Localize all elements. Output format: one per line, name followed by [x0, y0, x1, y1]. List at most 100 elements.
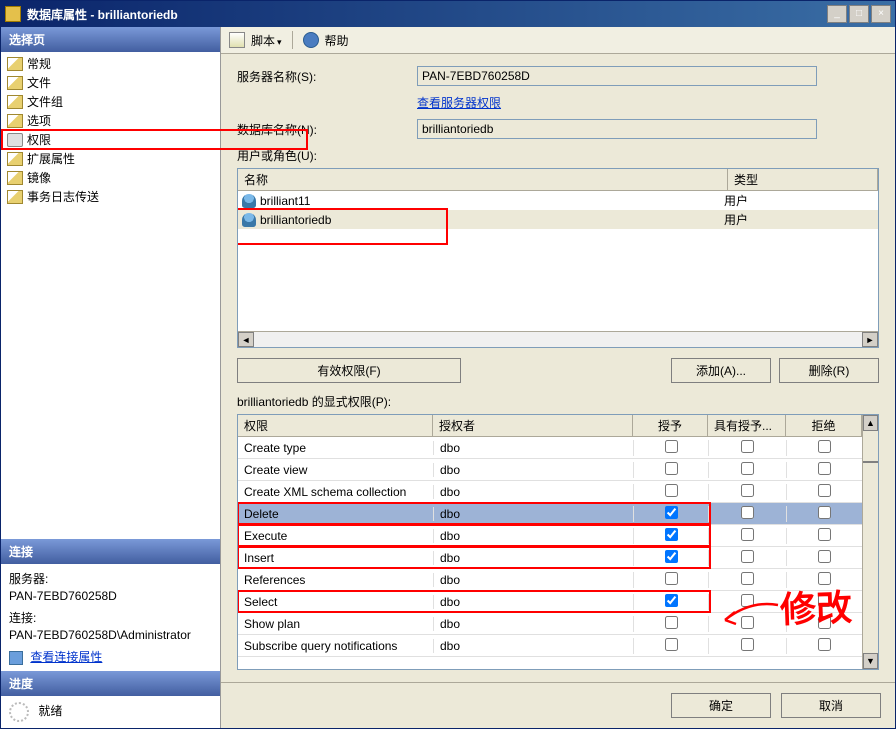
script-icon — [229, 32, 245, 48]
deny-checkbox[interactable] — [818, 616, 831, 629]
close-button[interactable]: × — [871, 5, 891, 23]
view-server-perm-link[interactable]: 查看服务器权限 — [417, 94, 501, 111]
page-icon — [7, 152, 23, 166]
scroll-left-button[interactable]: ◄ — [238, 332, 254, 347]
with-grant-checkbox[interactable] — [741, 484, 754, 497]
tree-item-3[interactable]: 选项 — [3, 111, 218, 130]
tree-item-2[interactable]: 文件组 — [3, 92, 218, 111]
perm-row[interactable]: Create typedbo — [238, 437, 862, 459]
separator — [292, 31, 293, 49]
db-icon — [5, 6, 21, 22]
grant-checkbox[interactable] — [665, 550, 678, 563]
pcol-deny[interactable]: 拒绝 — [786, 415, 862, 436]
ok-button[interactable]: 确定 — [671, 693, 771, 718]
deny-checkbox[interactable] — [818, 462, 831, 475]
title-bar[interactable]: 数据库属性 - brilliantoriedb _ □ × — [1, 1, 895, 27]
conn-value: PAN-7EBD760258D\Administrator — [9, 628, 212, 642]
permissions-table: 权限 授权者 授予 具有授予... 拒绝 Create typedboCreat… — [237, 414, 879, 670]
pcol-grant[interactable]: 授予 — [633, 415, 708, 436]
tree-item-5[interactable]: 扩展属性 — [3, 149, 218, 168]
grant-checkbox[interactable] — [665, 484, 678, 497]
user-row[interactable]: brilliantoriedb用户 — [238, 210, 878, 229]
with-grant-checkbox[interactable] — [741, 594, 754, 607]
deny-checkbox[interactable] — [818, 594, 831, 607]
remove-button[interactable]: 删除(R) — [779, 358, 879, 383]
user-icon — [242, 213, 256, 227]
v-scrollbar[interactable]: ▲ ▼ — [862, 415, 878, 669]
right-panel: 脚本 帮助 服务器名称(S): 查看服务器权限 数据库名称(N): — [221, 27, 895, 728]
deny-checkbox[interactable] — [818, 528, 831, 541]
grant-checkbox[interactable] — [665, 528, 678, 541]
scroll-right-button[interactable]: ► — [862, 332, 878, 347]
minimize-button[interactable]: _ — [827, 5, 847, 23]
deny-checkbox[interactable] — [818, 550, 831, 563]
grant-checkbox[interactable] — [665, 594, 678, 607]
help-icon — [303, 32, 319, 48]
pcol-grantor[interactable]: 授权者 — [433, 415, 633, 436]
help-button[interactable]: 帮助 — [325, 32, 349, 49]
deny-checkbox[interactable] — [818, 484, 831, 497]
with-grant-checkbox[interactable] — [741, 528, 754, 541]
with-grant-checkbox[interactable] — [741, 616, 754, 629]
perm-row[interactable]: Selectdbo — [238, 591, 862, 613]
page-tree: 常规文件文件组选项权限扩展属性镜像事务日志传送 — [1, 52, 220, 208]
with-grant-checkbox[interactable] — [741, 440, 754, 453]
page-icon — [7, 76, 23, 90]
add-button[interactable]: 添加(A)... — [671, 358, 771, 383]
tree-item-0[interactable]: 常规 — [3, 54, 218, 73]
scroll-up-button[interactable]: ▲ — [863, 415, 878, 431]
h-scrollbar[interactable]: ◄ ► — [238, 331, 878, 347]
maximize-button[interactable]: □ — [849, 5, 869, 23]
db-name-input — [417, 119, 817, 139]
grant-checkbox[interactable] — [665, 572, 678, 585]
pcol-perm[interactable]: 权限 — [238, 415, 433, 436]
tree-item-1[interactable]: 文件 — [3, 73, 218, 92]
user-row[interactable]: brilliant11用户 — [238, 191, 878, 210]
user-icon — [242, 194, 256, 208]
with-grant-checkbox[interactable] — [741, 462, 754, 475]
server-name-input — [417, 66, 817, 86]
with-grant-checkbox[interactable] — [741, 572, 754, 585]
with-grant-checkbox[interactable] — [741, 506, 754, 519]
deny-checkbox[interactable] — [818, 572, 831, 585]
tree-item-6[interactable]: 镜像 — [3, 168, 218, 187]
explicit-perm-label: brilliantoriedb 的显式权限(P): — [237, 393, 879, 410]
col-name-header[interactable]: 名称 — [238, 169, 728, 190]
select-page-header: 选择页 — [1, 27, 220, 52]
perm-row[interactable]: Insertdbo — [238, 547, 862, 569]
pcol-wgrant[interactable]: 具有授予... — [708, 415, 786, 436]
ready-text: 就绪 — [38, 704, 62, 718]
title-text: 数据库属性 - brilliantoriedb — [27, 6, 827, 23]
with-grant-checkbox[interactable] — [741, 638, 754, 651]
perm-row[interactable]: Create XML schema collectiondbo — [238, 481, 862, 503]
tree-item-7[interactable]: 事务日志传送 — [3, 187, 218, 206]
deny-checkbox[interactable] — [818, 638, 831, 651]
perm-row[interactable]: Deletedbo — [238, 503, 862, 525]
scroll-down-button[interactable]: ▼ — [863, 653, 878, 669]
view-connection-link[interactable]: 查看连接属性 — [30, 650, 102, 664]
perm-row[interactable]: Show plandbo — [238, 613, 862, 635]
left-panel: 选择页 常规文件文件组选项权限扩展属性镜像事务日志传送 连接 服务器: PAN-… — [1, 27, 221, 728]
grant-checkbox[interactable] — [665, 440, 678, 453]
grant-checkbox[interactable] — [665, 638, 678, 651]
col-type-header[interactable]: 类型 — [728, 169, 878, 190]
cancel-button[interactable]: 取消 — [781, 693, 881, 718]
tree-item-4[interactable]: 权限 — [3, 130, 218, 149]
perm-row[interactable]: Subscribe query notificationsdbo — [238, 635, 862, 657]
script-button[interactable]: 脚本 — [251, 32, 282, 49]
users-label: 用户或角色(U): — [237, 147, 879, 164]
grant-checkbox[interactable] — [665, 462, 678, 475]
progress-header: 进度 — [1, 671, 220, 696]
perm-row[interactable]: Referencesdbo — [238, 569, 862, 591]
with-grant-checkbox[interactable] — [741, 550, 754, 563]
effective-perm-button[interactable]: 有效权限(F) — [237, 358, 461, 383]
grant-checkbox[interactable] — [665, 506, 678, 519]
scroll-thumb[interactable] — [863, 461, 878, 463]
deny-checkbox[interactable] — [818, 440, 831, 453]
connection-icon — [9, 651, 23, 665]
perm-row[interactable]: Executedbo — [238, 525, 862, 547]
deny-checkbox[interactable] — [818, 506, 831, 519]
perm-row[interactable]: Create viewdbo — [238, 459, 862, 481]
grant-checkbox[interactable] — [665, 616, 678, 629]
page-icon — [7, 114, 23, 128]
